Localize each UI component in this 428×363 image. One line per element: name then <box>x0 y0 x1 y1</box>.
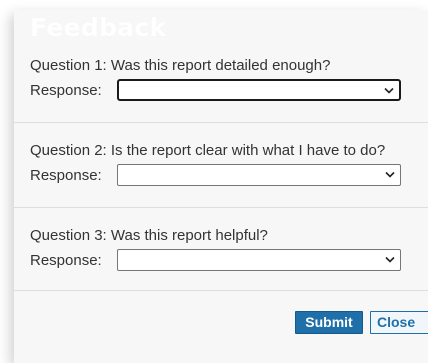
divider <box>14 207 428 208</box>
divider <box>14 122 428 123</box>
divider <box>14 290 428 291</box>
submit-button[interactable]: Submit <box>295 311 363 334</box>
question-2-text: Question 2: Is the report clear with wha… <box>30 142 386 159</box>
chevron-down-icon <box>385 256 395 263</box>
question-1-text: Question 1: Was this report detailed eno… <box>30 57 331 74</box>
question-3-response-label: Response: <box>30 252 102 269</box>
question-3-text: Question 3: Was this report helpful? <box>30 227 268 244</box>
chevron-down-icon <box>384 87 394 94</box>
question-3-response-select[interactable] <box>117 249 401 271</box>
question-2-response-label: Response: <box>30 167 102 184</box>
question-1-response-label: Response: <box>30 82 102 99</box>
feedback-dialog: Feedback Question 1: Was this report det… <box>14 10 428 363</box>
chevron-down-icon <box>385 171 395 178</box>
close-button[interactable]: Close <box>370 311 428 334</box>
question-1-response-select[interactable] <box>117 79 401 101</box>
dialog-title: Feedback <box>30 13 167 42</box>
question-2-response-select[interactable] <box>117 164 401 186</box>
